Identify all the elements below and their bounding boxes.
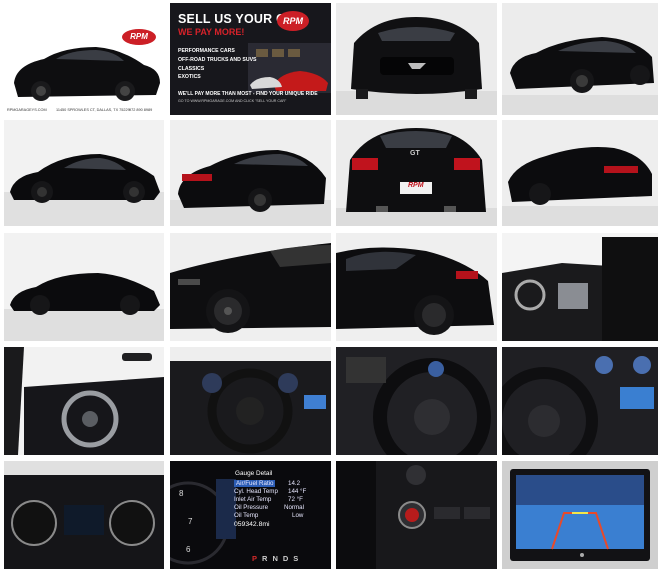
car-photo — [4, 461, 164, 569]
ad-category: PERFORMANCE CARS — [178, 48, 235, 54]
dealer-footer: RPMGARAGEYS.COM 11450 SPROWLES CT, DALLA… — [4, 106, 164, 115]
car-photo — [4, 347, 164, 455]
car-photo — [502, 3, 658, 115]
gt-badge: GT — [410, 150, 420, 157]
photo-thumbnail-4-front-3q[interactable] — [502, 3, 658, 115]
gauge-row-value: 14.2 — [288, 480, 301, 487]
rpm-logo: RPM — [122, 29, 156, 45]
gear-r: R — [262, 554, 273, 563]
car-photo — [336, 461, 497, 569]
plate-logo: RPM — [408, 182, 424, 189]
gear-n: N — [272, 554, 283, 563]
car-photo — [170, 347, 331, 455]
speed-mark: 6 — [186, 545, 191, 554]
dealer-site: RPMGARAGEYS.COM — [7, 108, 47, 112]
odometer-reading: 059342.8mi — [234, 521, 270, 528]
photo-thumbnail-9-side-low[interactable] — [4, 233, 164, 341]
photo-thumbnail-3-front[interactable] — [336, 3, 497, 115]
photo-thumbnail-2-sell-ad[interactable]: SELL US YOUR CAR WE PAY MORE! PERFORMANC… — [170, 3, 331, 115]
dealer-phone: 972 890 8989 — [129, 108, 153, 112]
ad-category: CLASSICS — [178, 65, 205, 72]
ad-category: OFF-ROAD TRUCKS AND SUVS — [178, 56, 257, 63]
speed-mark: 8 — [179, 489, 184, 498]
photo-thumbnail-6-rear-3q[interactable] — [170, 120, 331, 226]
car-photo — [502, 347, 658, 455]
ad-subheadline: WE PAY MORE! — [178, 27, 245, 37]
gear-p: P — [252, 554, 263, 563]
photo-thumbnail-14-steering[interactable] — [170, 347, 331, 455]
gauge-row-label: Oil Pressure — [234, 504, 269, 511]
gauge-detail-title: Gauge Detail — [235, 470, 273, 477]
photo-thumbnail-11-rear-wheel[interactable] — [336, 233, 497, 341]
photo-thumbnail-13-cabin[interactable] — [4, 347, 164, 455]
photo-thumbnail-17-cluster[interactable] — [4, 461, 164, 569]
car-photo — [4, 233, 164, 341]
car-photo — [170, 120, 331, 226]
ad-category-list: PERFORMANCE CARS OFF-ROAD TRUCKS AND SUV… — [178, 47, 256, 82]
gear-s: S — [293, 554, 304, 563]
gauge-row-value: Low — [292, 512, 304, 519]
photo-thumbnail-7-rear[interactable]: GT RPM — [336, 120, 497, 226]
car-photo — [336, 120, 497, 226]
photo-thumbnail-12-interior-dash[interactable] — [502, 233, 658, 341]
car-photo — [502, 461, 658, 569]
photo-thumbnail-20-backup-camera[interactable] — [502, 461, 658, 569]
photo-thumbnail-10-front-wheel[interactable] — [170, 233, 331, 341]
car-photo — [170, 233, 331, 341]
rpm-logo: RPM — [277, 11, 309, 31]
ad-footer-line2: GO TO WWW.RPMGARAGE.COM AND CLICK "SELL … — [178, 99, 287, 103]
gear-selector: PRNDS — [252, 554, 303, 563]
ad-footer-line1: WE'LL PAY MORE THAN MOST - FIND YOUR UNI… — [178, 91, 318, 97]
car-photo — [4, 120, 164, 226]
dealer-address: 11450 SPROWLES CT, DALLAS, TX 75229 — [56, 108, 130, 112]
photo-thumbnail-18-gauge-detail[interactable]: Gauge Detail Air/Fuel Ratio 14.2 Cyl. He… — [170, 461, 331, 569]
logo-text: RPM — [130, 32, 148, 41]
ad-category: EXOTICS — [178, 74, 201, 81]
gauge-row-label: Air/Fuel Ratio — [234, 480, 276, 487]
photo-thumbnail-16-wheel-screen[interactable] — [502, 347, 658, 455]
gauge-row-label: Oil Temp — [234, 512, 259, 519]
photo-thumbnail-15-wheel-closeup[interactable] — [336, 347, 497, 455]
gauge-row-label: Cyl. Head Temp — [234, 488, 278, 495]
car-photo — [336, 347, 497, 455]
photo-thumbnail-19-console[interactable] — [336, 461, 497, 569]
car-photo — [502, 233, 658, 341]
photo-gallery-grid: RPM RPMGARAGEYS.COM 11450 SPROWLES CT, D… — [0, 0, 658, 569]
car-photo — [502, 120, 658, 226]
gauge-row-label: Inlet Air Temp — [234, 496, 272, 503]
gear-d: D — [282, 554, 294, 563]
logo-text: RPM — [283, 16, 303, 26]
photo-thumbnail-5-side[interactable] — [4, 120, 164, 226]
gauge-row-value: 72 °F — [288, 496, 303, 503]
car-photo — [336, 3, 497, 115]
speed-mark: 7 — [188, 517, 193, 526]
photo-thumbnail-8-rear-3q[interactable] — [502, 120, 658, 226]
car-photo — [336, 233, 497, 341]
gauge-row-value: 144 °F — [288, 488, 307, 495]
gauge-row-value: Normal — [284, 504, 304, 511]
car-photo — [4, 3, 164, 115]
photo-thumbnail-1-front-3q[interactable]: RPM RPMGARAGEYS.COM 11450 SPROWLES CT, D… — [4, 3, 164, 115]
